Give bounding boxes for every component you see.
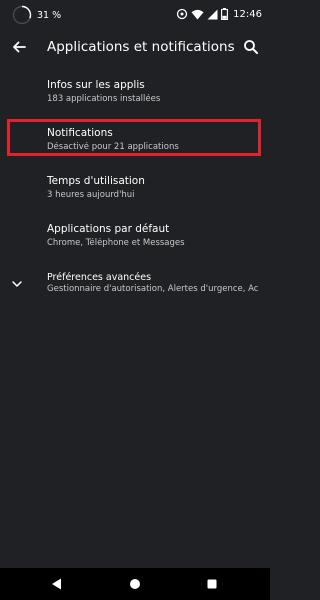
list-item-advanced[interactable]: Préférences avancées Gestionnaire d'auto… <box>0 271 270 317</box>
back-arrow-icon[interactable] <box>8 36 30 58</box>
nav-back-icon[interactable] <box>50 577 64 591</box>
search-icon[interactable] <box>240 36 262 58</box>
item-subtitle: Gestionnaire d'autorisation, Alertes d'u… <box>47 284 259 294</box>
status-bar: 31 % 12:46 <box>0 0 270 28</box>
item-title: Infos sur les applis <box>47 79 145 91</box>
list-item-screen-time[interactable]: Temps d'utilisation 3 heures aujourd'hui <box>0 175 270 221</box>
data-saver-icon <box>177 8 188 20</box>
page-title: Applications et notifications <box>47 39 235 55</box>
list-item-default-apps[interactable]: Applications par défaut Chrome, Téléphon… <box>0 223 270 269</box>
item-title: Préférences avancées <box>47 272 152 283</box>
clock: 12:46 <box>233 8 262 20</box>
nav-home-icon[interactable] <box>128 577 142 591</box>
app-bar: Applications et notifications <box>0 28 270 66</box>
signal-icon <box>207 9 218 19</box>
screen: 31 % 12:46 Applications et notifications… <box>0 0 270 600</box>
item-subtitle: 3 heures aujourd'hui <box>47 190 135 200</box>
battery-percent: 31 % <box>37 10 62 21</box>
status-icons: 12:46 <box>176 6 262 22</box>
wifi-icon <box>191 9 204 19</box>
battery-ring-icon <box>12 5 32 25</box>
item-title: Temps d'utilisation <box>47 175 145 187</box>
item-subtitle: Chrome, Téléphone et Messages <box>47 238 185 248</box>
nav-recents-icon[interactable] <box>205 577 219 591</box>
highlight-box <box>7 119 261 156</box>
navigation-bar <box>0 568 270 600</box>
item-subtitle: 183 applications installées <box>47 94 161 104</box>
battery-icon <box>221 8 229 20</box>
item-title: Applications par défaut <box>47 223 170 235</box>
